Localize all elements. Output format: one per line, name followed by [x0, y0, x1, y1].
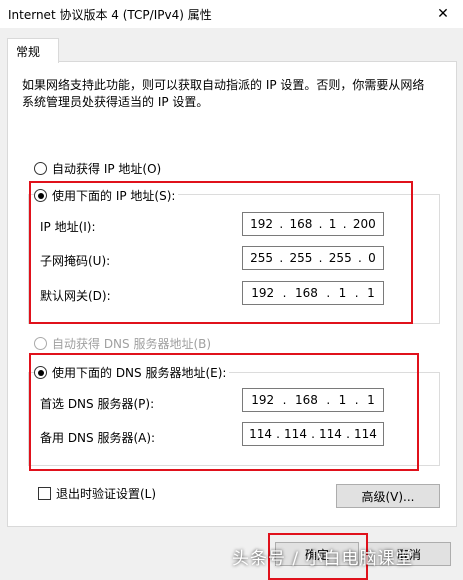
radio-auto-ip-label: 自动获得 IP 地址(O) — [52, 162, 162, 176]
octet-separator: . — [279, 217, 284, 231]
validate-on-exit-label: 退出时验证设置(L) — [56, 487, 157, 501]
ip-address-input[interactable]: 192. 168. 1. 200 — [242, 212, 384, 236]
ip-address-label: IP 地址(I): — [40, 220, 96, 234]
radio-circle — [34, 337, 47, 350]
octet: 255 — [289, 251, 313, 265]
octet-separator: . — [342, 217, 347, 231]
octet: 1 — [367, 393, 375, 407]
octet: 192 — [251, 286, 275, 300]
radio-manual-dns-label: 使用下面的 DNS 服务器地址(E): — [52, 366, 227, 380]
octet: 168 — [294, 286, 318, 300]
radio-circle — [34, 162, 47, 175]
octet-separator: . — [279, 251, 284, 265]
octet: 114 — [249, 427, 272, 441]
radio-auto-ip[interactable]: 自动获得 IP 地址(O) — [34, 160, 161, 177]
subnet-mask-input[interactable]: 255. 255. 255. 0 — [242, 246, 384, 270]
radio-auto-dns-label: 自动获得 DNS 服务器地址(B) — [52, 337, 212, 351]
advanced-button[interactable]: 高级(V)... — [336, 484, 440, 508]
description-text: 如果网络支持此功能，则可以获取自动指派的 IP 设置。否则，你需要从网络系统管理… — [22, 78, 425, 109]
octet-separator: . — [318, 217, 323, 231]
octet: 1 — [338, 393, 347, 407]
octet-separator: . — [354, 393, 359, 407]
alternate-dns-input[interactable]: 114. 114. 114. 114 — [242, 422, 384, 446]
octet: 0 — [368, 251, 376, 265]
octet: 114 — [319, 427, 342, 441]
octet: 1 — [328, 217, 337, 231]
octet-separator: . — [318, 251, 323, 265]
radio-auto-dns[interactable]: 自动获得 DNS 服务器地址(B) — [34, 335, 211, 352]
octet-separator: . — [358, 251, 362, 265]
octet: 1 — [338, 286, 347, 300]
octet-separator: . — [276, 427, 280, 441]
radio-circle-checked — [34, 366, 47, 379]
octet-separator: . — [282, 393, 287, 407]
tab-label: 常规 — [16, 45, 41, 59]
default-gateway-input[interactable]: 192. 168. 1. 1 — [242, 281, 384, 305]
default-gateway-label: 默认网关(D): — [40, 289, 111, 303]
octet-separator: . — [346, 427, 350, 441]
window-title: Internet 协议版本 4 (TCP/IPv4) 属性 — [8, 8, 212, 22]
preferred-dns-label: 首选 DNS 服务器(P): — [40, 397, 155, 411]
octet: 114 — [354, 427, 377, 441]
close-icon: ✕ — [437, 6, 449, 22]
octet: 192 — [250, 217, 274, 231]
octet: 200 — [352, 217, 376, 231]
octet: 255 — [250, 251, 274, 265]
title-bar: Internet 协议版本 4 (TCP/IPv4) 属性 ✕ — [0, 0, 463, 28]
checkbox-box — [38, 487, 51, 500]
radio-circle-checked — [34, 189, 47, 202]
close-button[interactable]: ✕ — [423, 0, 463, 28]
radio-manual-ip[interactable]: 使用下面的 IP 地址(S): — [34, 187, 179, 204]
alternate-dns-label: 备用 DNS 服务器(A): — [40, 431, 156, 445]
radio-manual-dns[interactable]: 使用下面的 DNS 服务器地址(E): — [34, 364, 230, 381]
watermark-text: 头条号 / 小白电脑课堂 — [232, 549, 414, 569]
dns-group-box — [28, 372, 440, 466]
preferred-dns-input[interactable]: 192. 168. 1. 1 — [242, 388, 384, 412]
octet-separator: . — [326, 286, 331, 300]
tab-general[interactable]: 常规 — [7, 38, 59, 63]
octet: 168 — [294, 393, 318, 407]
subnet-mask-label: 子网掩码(U): — [40, 254, 111, 268]
octet: 1 — [367, 286, 375, 300]
octet: 168 — [289, 217, 313, 231]
octet: 114 — [284, 427, 307, 441]
octet: 192 — [251, 393, 275, 407]
radio-manual-ip-label: 使用下面的 IP 地址(S): — [52, 189, 176, 203]
octet-separator: . — [311, 427, 315, 441]
octet: 255 — [328, 251, 352, 265]
octet-separator: . — [326, 393, 331, 407]
octet-separator: . — [354, 286, 359, 300]
validate-on-exit-checkbox[interactable]: 退出时验证设置(L) — [38, 485, 156, 502]
octet-separator: . — [282, 286, 287, 300]
